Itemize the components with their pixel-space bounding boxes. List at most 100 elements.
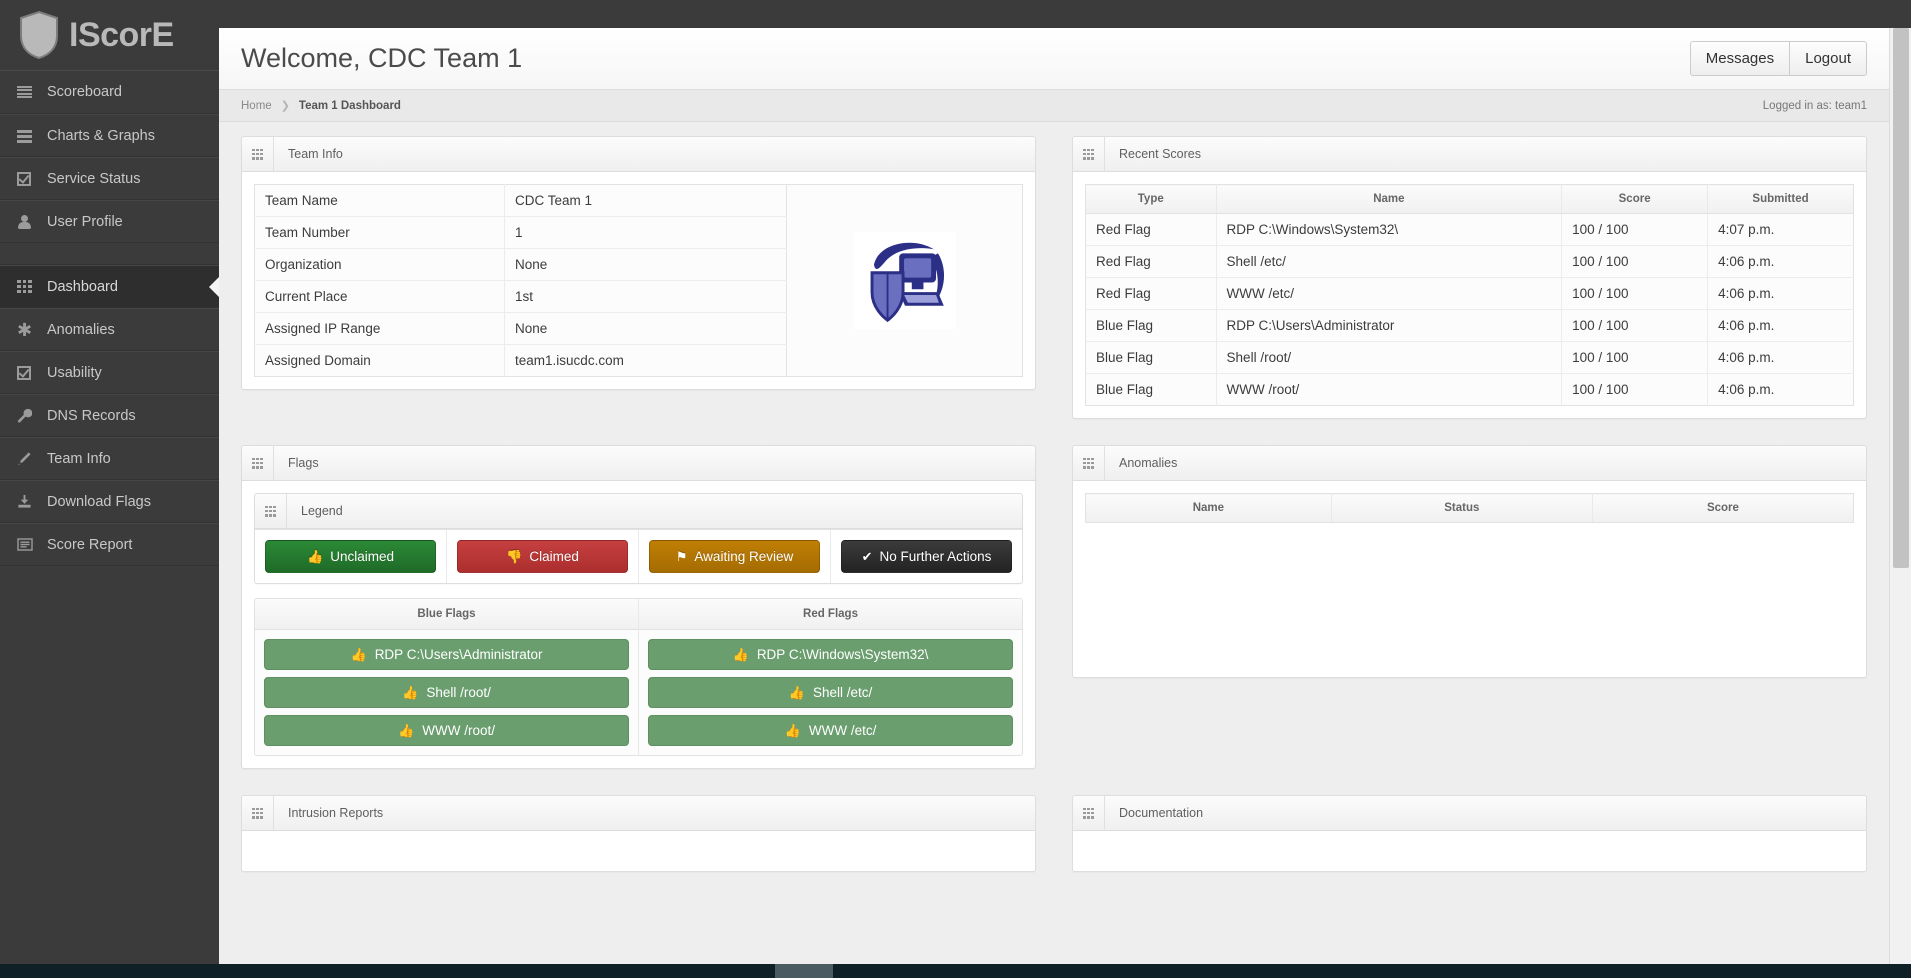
flag-icon: ⚑	[675, 549, 688, 564]
row-label: Organization	[254, 248, 506, 281]
cell-submitted: 4:07 p.m.	[1707, 213, 1854, 246]
asterisk-icon: ✱	[17, 319, 33, 340]
cell-name: WWW /root/	[1216, 373, 1563, 406]
sidebar-item-dns-records[interactable]: DNS Records	[0, 394, 219, 437]
messages-button[interactable]: Messages	[1689, 40, 1791, 77]
check-icon: ✔	[861, 549, 873, 564]
red-flag-button[interactable]: 👍 RDP C:\Windows\System32\	[648, 639, 1013, 670]
logout-button[interactable]: Logout	[1790, 40, 1867, 77]
breadcrumb-home[interactable]: Home	[241, 100, 272, 112]
sidebar-item-download-flags[interactable]: Download Flags	[0, 480, 219, 523]
red-flag-button[interactable]: 👍 WWW /etc/	[648, 715, 1013, 746]
flag-label: RDP C:\Windows\System32\	[756, 647, 929, 662]
dashboard-row-1: Team Info Team Name CDC Team 1 Team Numb…	[241, 136, 1867, 445]
row-value: team1.isucdc.com	[504, 344, 787, 377]
cell-type: Red Flag	[1085, 213, 1217, 246]
panel-flags: Flags Legend 👍 Unclaimed 👎 Claimed ⚑ Awa…	[241, 445, 1036, 769]
sidebar-item-service-status[interactable]: Service Status	[0, 157, 219, 200]
brand-logo[interactable]: IScorE	[0, 0, 219, 70]
drag-handle-icon[interactable]	[242, 796, 274, 830]
panel-title: Anomalies	[1119, 456, 1178, 470]
legend-button-awaiting-review[interactable]: ⚑ Awaiting Review	[649, 540, 820, 573]
thumbs-up-icon: 👍	[732, 647, 749, 662]
panel-body	[242, 831, 1035, 871]
flags-table: Blue Flags Red Flags 👍 RDP C:\Users\Admi…	[254, 598, 1023, 756]
panel-title: Flags	[288, 456, 319, 470]
panel-title: Recent Scores	[1119, 147, 1201, 161]
panel-title: Documentation	[1119, 806, 1204, 820]
sidebar-item-anomalies[interactable]: ✱ Anomalies	[0, 308, 219, 351]
anomalies-table: Name Status Score	[1085, 493, 1854, 523]
row-value: None	[504, 312, 787, 345]
row-label: Assigned IP Range	[254, 312, 506, 345]
legend-cell: ⚑ Awaiting Review	[639, 530, 831, 583]
sidebar-item-label: Charts & Graphs	[47, 127, 155, 144]
table-row: Current Place 1st	[254, 280, 787, 313]
drag-handle-icon[interactable]	[1073, 446, 1105, 480]
table-row: Organization None	[254, 248, 787, 281]
thumbs-up-icon: 👍	[398, 723, 415, 738]
column-header: Score	[1561, 184, 1709, 214]
drag-handle-icon[interactable]	[242, 137, 274, 171]
dashboard-col-left-3: Intrusion Reports	[241, 795, 1036, 898]
sidebar-item-label: Download Flags	[47, 493, 151, 510]
thumbs-up-icon: 👍	[788, 685, 805, 700]
sidebar-item-label: Dashboard	[47, 278, 118, 295]
row-value: CDC Team 1	[504, 184, 787, 217]
sidebar-item-scoreboard[interactable]: Scoreboard	[0, 71, 219, 114]
sidebar-item-score-report[interactable]: Score Report	[0, 523, 219, 566]
drag-handle-icon[interactable]	[1073, 796, 1105, 830]
table-row: Blue Flag Shell /root/ 100 / 100 4:06 p.…	[1085, 341, 1854, 374]
blue-flag-button[interactable]: 👍 Shell /root/	[264, 677, 629, 708]
cell-score: 100 / 100	[1561, 309, 1709, 342]
cell-name: Shell /etc/	[1216, 245, 1563, 278]
sidebar-nav-top: Scoreboard Charts & Graphs Service Statu…	[0, 70, 220, 566]
brand-name: IScorE	[69, 16, 174, 54]
drag-handle-icon[interactable]	[1073, 137, 1105, 171]
dashboard-row-2: Flags Legend 👍 Unclaimed 👎 Claimed ⚑ Awa…	[241, 445, 1867, 795]
drag-handle-icon[interactable]	[255, 494, 287, 528]
thumbs-up-icon: 👍	[784, 723, 801, 738]
column-header: Score	[1592, 493, 1854, 523]
panel-body: Team Name CDC Team 1 Team Number 1 Organ…	[242, 172, 1035, 389]
table-row: Team Number 1	[254, 216, 787, 249]
legend-button-unclaimed[interactable]: 👍 Unclaimed	[265, 540, 436, 573]
legend-button-no-further-actions[interactable]: ✔ No Further Actions	[841, 540, 1012, 573]
sidebar-item-team-info[interactable]: Team Info	[0, 437, 219, 480]
sidebar-item-charts-graphs[interactable]: Charts & Graphs	[0, 114, 219, 157]
user-icon	[17, 214, 39, 229]
panel-anomalies: Anomalies Name Status Score	[1072, 445, 1867, 678]
panel-legend: Legend 👍 Unclaimed 👎 Claimed ⚑ Awaiting …	[254, 493, 1023, 584]
sidebar-item-label: Score Report	[47, 536, 133, 553]
blue-flag-button[interactable]: 👍 RDP C:\Users\Administrator	[264, 639, 629, 670]
panel-header: Anomalies	[1073, 446, 1866, 481]
cell-name: RDP C:\Users\Administrator	[1216, 309, 1563, 342]
header-actions: Messages Logout	[1689, 40, 1867, 77]
logged-in-as: Logged in as: team1	[1762, 99, 1867, 112]
blue-flags-column: 👍 RDP C:\Users\Administrator 👍 Shell /ro…	[255, 630, 639, 755]
cell-type: Red Flag	[1085, 277, 1217, 310]
cell-score: 100 / 100	[1561, 341, 1709, 374]
scrollbar-thumb[interactable]	[1893, 28, 1909, 568]
panel-header: Flags	[242, 446, 1035, 481]
vertical-scrollbar[interactable]	[1889, 28, 1911, 978]
cell-score: 100 / 100	[1561, 213, 1709, 246]
sidebar-item-dashboard[interactable]: Dashboard	[0, 265, 220, 308]
check-square-icon	[17, 171, 39, 186]
cell-type: Blue Flag	[1085, 309, 1217, 342]
page-header: Welcome, CDC Team 1 Messages Logout	[219, 28, 1889, 90]
list-icon	[17, 86, 39, 98]
flags-column-headers: Blue Flags Red Flags	[255, 599, 1022, 630]
table-row: Red Flag Shell /etc/ 100 / 100 4:06 p.m.	[1085, 245, 1854, 278]
red-flag-button[interactable]: 👍 Shell /etc/	[648, 677, 1013, 708]
list-alt-icon	[17, 129, 39, 143]
blue-flag-button[interactable]: 👍 WWW /root/	[264, 715, 629, 746]
legend-button-claimed[interactable]: 👎 Claimed	[457, 540, 628, 573]
sidebar-item-usability[interactable]: Usability	[0, 351, 219, 394]
sidebar-item-user-profile[interactable]: User Profile	[0, 200, 219, 243]
column-header: Status	[1331, 493, 1593, 523]
sidebar-item-label: DNS Records	[47, 407, 136, 424]
drag-handle-icon[interactable]	[242, 446, 274, 480]
flags-columns: 👍 RDP C:\Users\Administrator 👍 Shell /ro…	[255, 630, 1022, 755]
table-row: Assigned IP Range None	[254, 312, 787, 345]
